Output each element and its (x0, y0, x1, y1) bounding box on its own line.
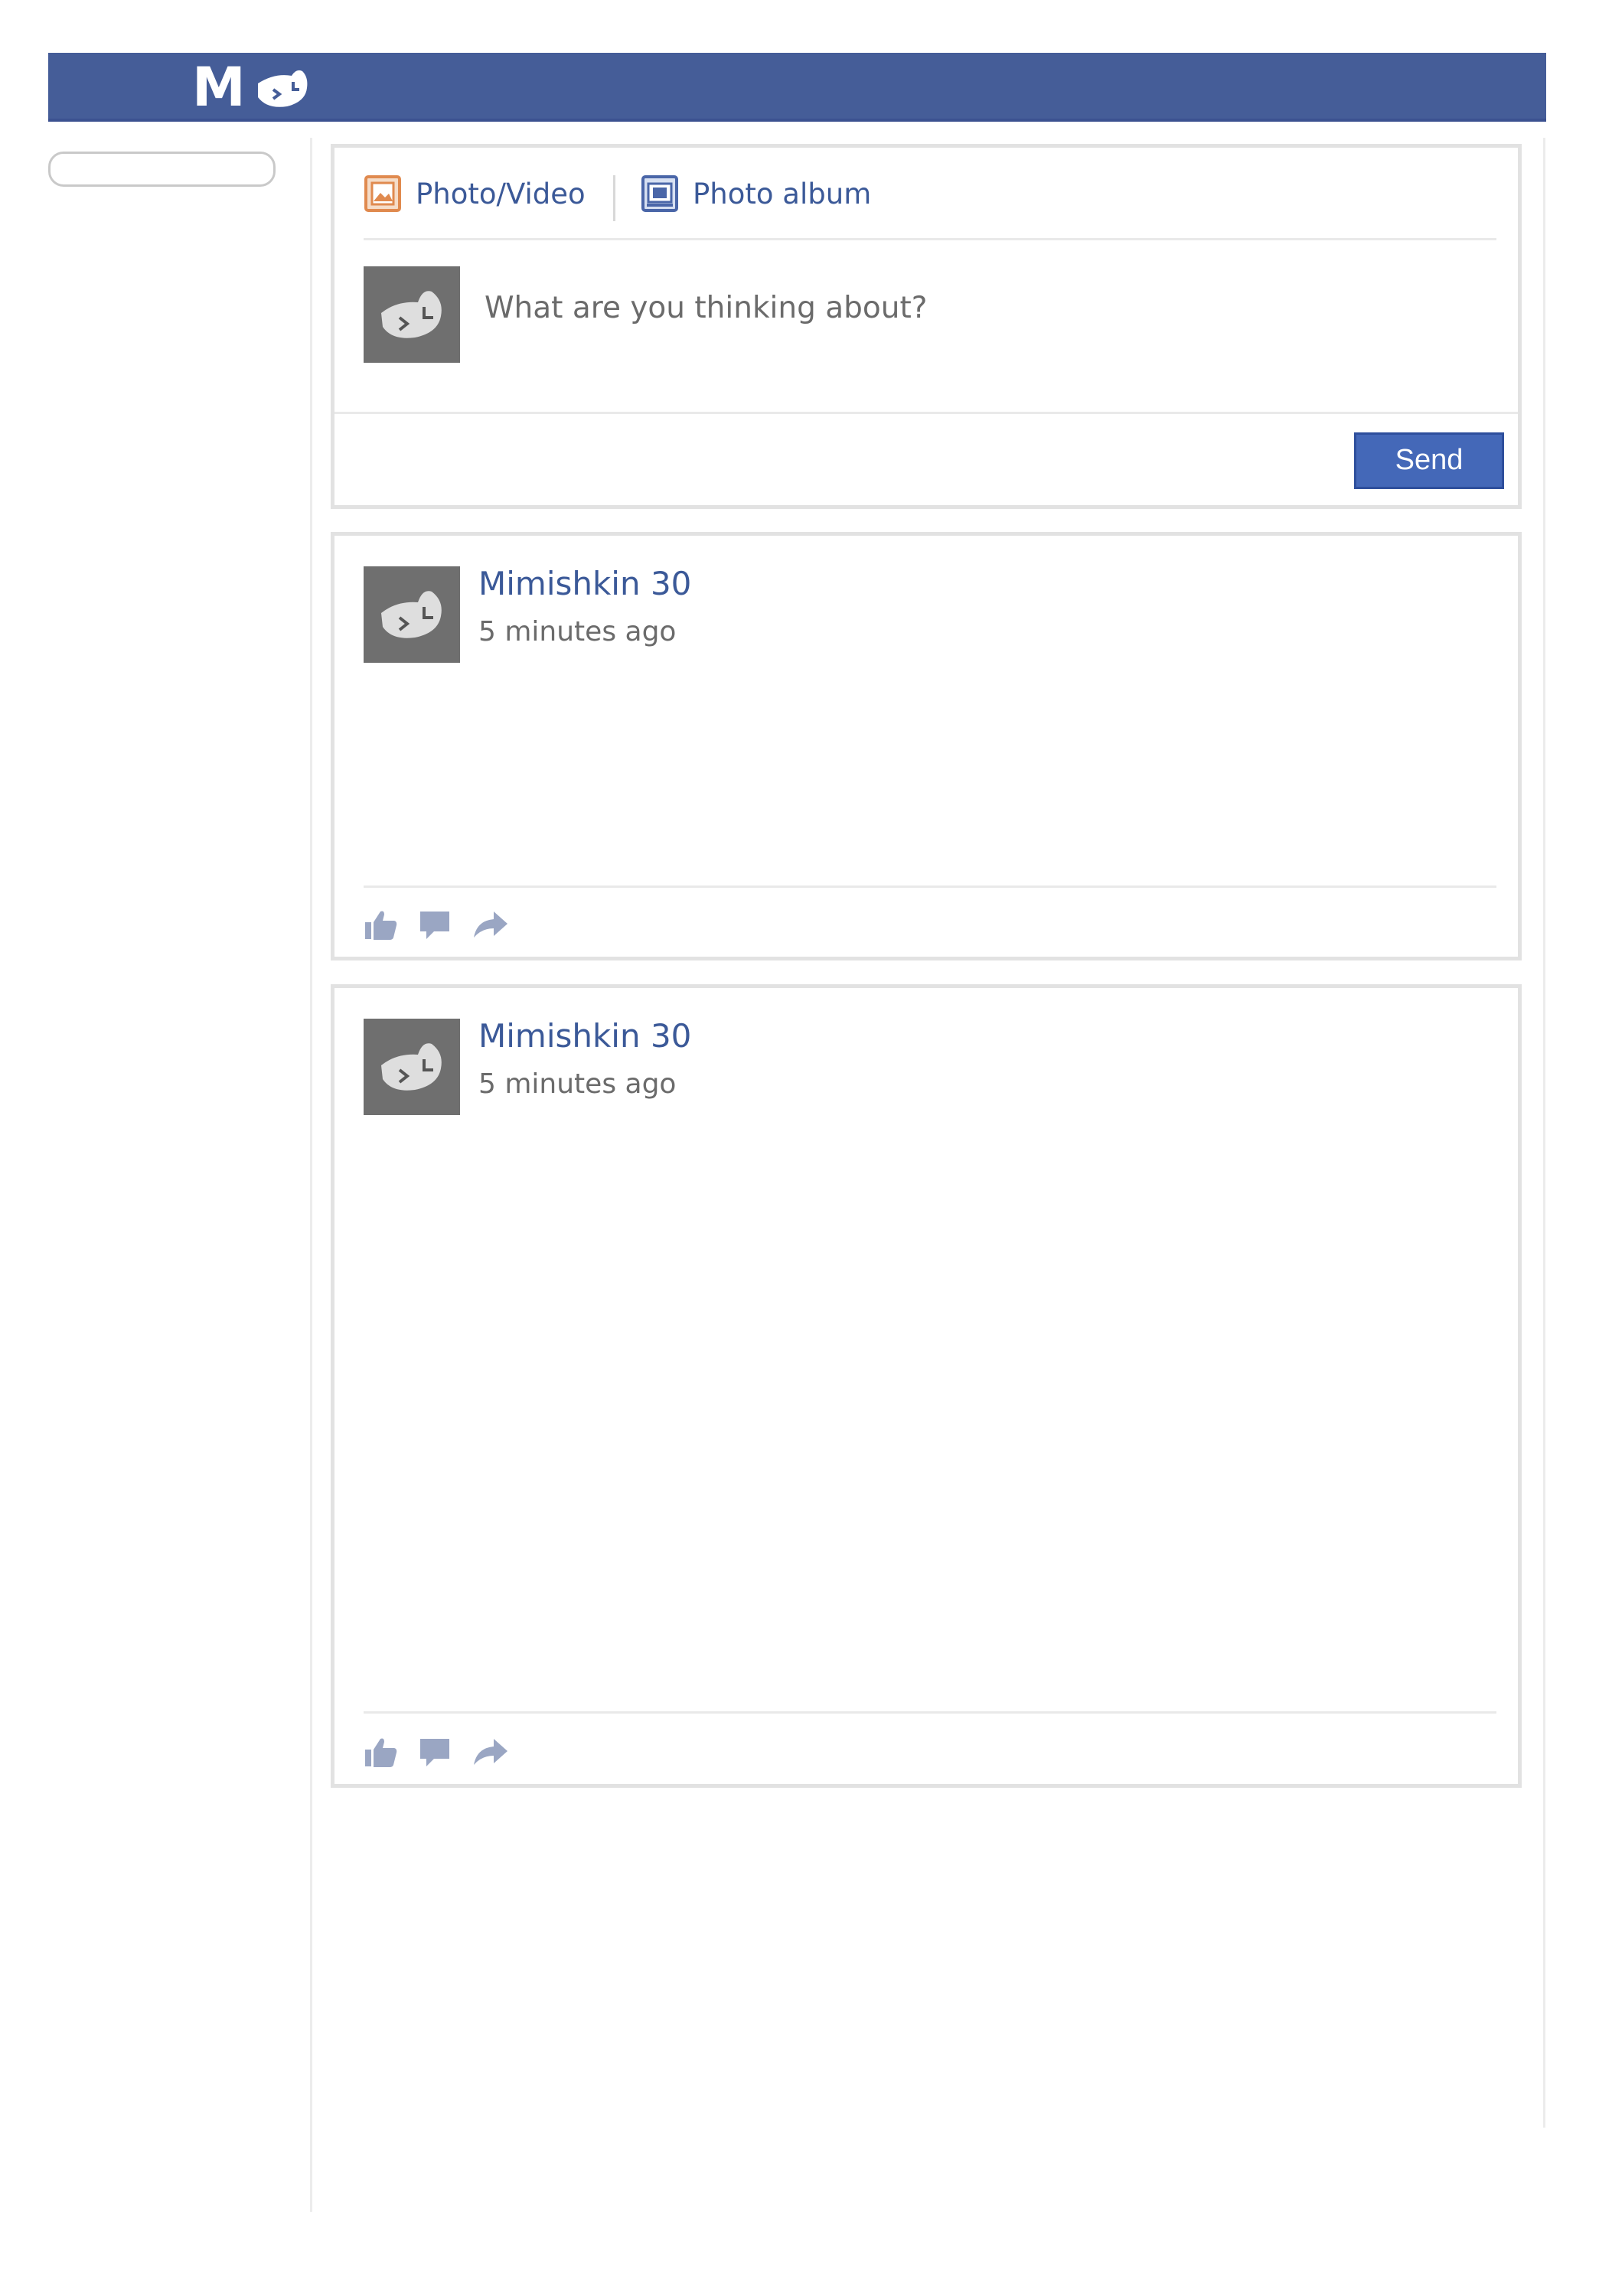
post-actions (364, 905, 509, 944)
share-icon[interactable] (471, 907, 509, 942)
cat-mask-avatar-icon (381, 291, 442, 338)
post-card: Mimishkin 30 5 minutes ago (331, 532, 1522, 960)
photo-album-icon (641, 175, 678, 212)
post-author-name[interactable]: Mimishkin 30 (478, 1017, 691, 1055)
tab-photo-album[interactable]: Photo album (641, 171, 871, 217)
composer-tabs-divider (364, 238, 1496, 240)
post-avatar[interactable] (364, 1019, 460, 1115)
like-icon[interactable] (364, 907, 399, 942)
top-bar: M (48, 53, 1546, 122)
post-author-name[interactable]: Mimishkin 30 (478, 565, 691, 602)
comment-icon[interactable] (417, 907, 452, 942)
cat-logo-icon (258, 70, 308, 107)
cat-mask-avatar-icon (381, 1043, 442, 1091)
tab-photo-video[interactable]: Photo/Video (364, 171, 586, 217)
send-button[interactable]: Send (1354, 432, 1504, 489)
left-search-field[interactable] (48, 152, 276, 187)
composer-tabs: Photo/Video Photo album (334, 148, 1518, 238)
tab-photo-album-label: Photo album (693, 177, 872, 210)
left-column-divider (310, 138, 312, 2212)
logo-letter: M (192, 56, 246, 119)
like-icon[interactable] (364, 1734, 399, 1769)
right-column-divider (1543, 138, 1545, 2128)
status-input[interactable]: What are you thinking about? (485, 285, 1480, 331)
photo-video-icon (364, 175, 401, 212)
post-avatar[interactable] (364, 566, 460, 663)
post-actions-divider (364, 1711, 1496, 1714)
comment-icon[interactable] (417, 1734, 452, 1769)
composer-avatar (364, 266, 460, 363)
post-timestamp: 5 minutes ago (478, 616, 677, 647)
share-icon[interactable] (471, 1734, 509, 1769)
post-actions-divider (364, 885, 1496, 888)
app-logo[interactable]: M (145, 56, 313, 119)
post-actions (364, 1733, 509, 1771)
cat-mask-avatar-icon (381, 591, 442, 638)
composer-footer-divider (334, 412, 1518, 414)
tab-photo-video-label: Photo/Video (416, 177, 586, 210)
post-card: Mimishkin 30 5 minutes ago (331, 984, 1522, 1788)
post-composer: Photo/Video Photo album What are you thi… (331, 144, 1522, 509)
post-timestamp: 5 minutes ago (478, 1068, 677, 1100)
tab-separator (613, 175, 615, 221)
